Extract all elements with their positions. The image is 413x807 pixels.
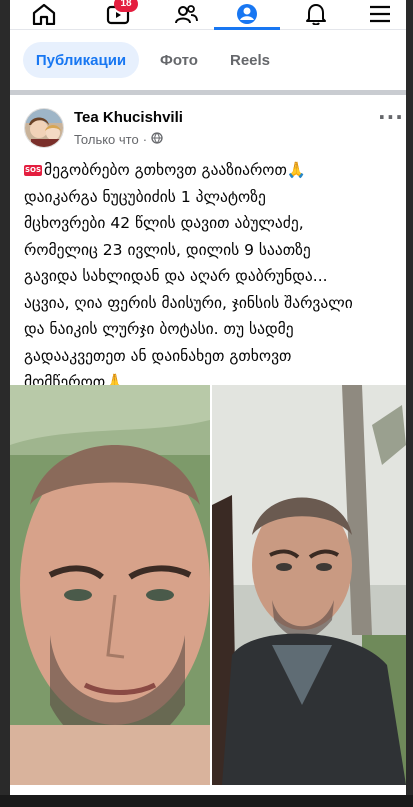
menu-icon[interactable]	[360, 0, 400, 28]
tab-reels[interactable]: Reels	[220, 42, 280, 78]
avatar[interactable]	[24, 108, 64, 148]
sos-badge: SOS	[24, 165, 43, 176]
bell-icon[interactable]	[296, 0, 336, 28]
profile-icon[interactable]	[227, 0, 267, 28]
video-badge: 18	[114, 0, 138, 12]
facebook-profile-frame: 18 Публикации Фото Reels Tea Khucishvili…	[10, 0, 406, 795]
more-options-icon[interactable]: ···	[378, 105, 404, 129]
post-meta: Только что ·	[74, 132, 163, 147]
post-photo-left[interactable]	[10, 385, 210, 785]
post-time[interactable]: Только что	[74, 132, 139, 147]
friends-icon[interactable]	[166, 0, 206, 28]
home-icon[interactable]	[24, 0, 64, 28]
post-author[interactable]: Tea Khucishvili	[74, 109, 183, 126]
top-nav: 18	[10, 0, 406, 30]
post-card: Tea Khucishvili Только что · ··· SOS მეგო…	[10, 95, 406, 795]
bottom-bar	[0, 795, 413, 807]
globe-icon	[151, 132, 163, 147]
dot-separator: ·	[142, 132, 148, 147]
post-text: SOS მეგობრებო გთხოვთ გააზიაროთ🙏 დაიკარგა …	[24, 157, 396, 396]
post-body: მეგობრებო გთხოვთ გააზიაროთ🙏 დაიკარგა ნუც…	[24, 161, 353, 391]
profile-tabs: Публикации Фото Reels	[10, 30, 406, 90]
post-photo-right[interactable]	[212, 385, 406, 785]
tab-publications[interactable]: Публикации	[23, 42, 139, 78]
tab-photos[interactable]: Фото	[150, 42, 208, 78]
